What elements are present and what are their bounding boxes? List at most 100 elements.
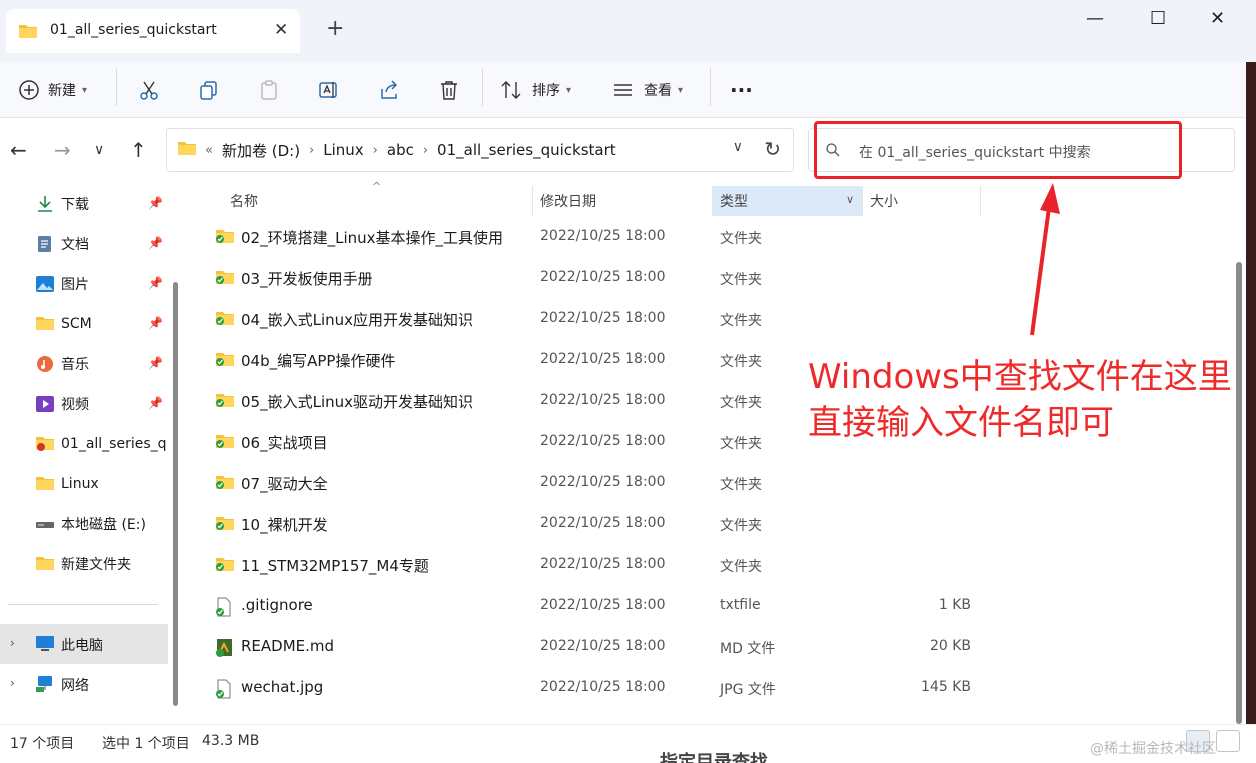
breadcrumb-abc[interactable]: abc [387, 141, 414, 159]
column-divider[interactable] [712, 186, 713, 216]
file-date: 2022/10/25 18:00 [540, 474, 666, 490]
file-row[interactable]: 04_嵌入式Linux应用开发基础知识 2022/10/25 18:00 文件夹 [190, 299, 1230, 340]
chevron-right-icon[interactable]: › [423, 143, 428, 158]
network-icon [35, 675, 55, 697]
file-row[interactable]: README.md 2022/10/25 18:00 MD 文件 20 KB [190, 627, 1230, 668]
tab-active[interactable]: 01_all_series_quickstart ✕ [6, 9, 300, 53]
new-tab-button[interactable]: + [326, 18, 344, 40]
paste-icon [261, 80, 277, 100]
file-synced-icon [215, 597, 233, 621]
file-name: 03_开发板使用手册 [241, 270, 373, 288]
tab-close-icon[interactable]: ✕ [274, 20, 288, 40]
forward-button[interactable]: → [54, 138, 71, 162]
cut-button[interactable] [138, 72, 160, 108]
share-icon [381, 80, 398, 99]
sidebar-item-label: 视频 [61, 397, 89, 413]
annotation-arrow [1030, 183, 1060, 336]
chevron-right-icon[interactable]: › [10, 676, 15, 690]
file-date: 2022/10/25 18:00 [540, 597, 666, 613]
file-row[interactable]: 10_裸机开发 2022/10/25 18:00 文件夹 [190, 504, 1230, 545]
column-header-date[interactable]: 修改日期 [540, 186, 596, 216]
file-name: .gitignore [241, 596, 313, 614]
paste-button[interactable] [258, 72, 280, 108]
close-window-button[interactable]: ✕ [1210, 8, 1225, 29]
file-date: 2022/10/25 18:00 [540, 310, 666, 326]
pin-icon[interactable]: 📌 [148, 276, 163, 290]
folder-icon [35, 555, 55, 573]
pin-icon[interactable]: 📌 [148, 236, 163, 250]
file-name: 02_环境搭建_Linux基本操作_工具使用 [241, 229, 504, 247]
background-heading: 指定目录查找 [660, 752, 768, 763]
file-row[interactable]: 11_STM32MP157_M4专题 2022/10/25 18:00 文件夹 [190, 545, 1230, 586]
view-button[interactable]: 查看 ▾ [612, 72, 683, 108]
column-header-size[interactable]: 大小 [870, 186, 898, 216]
selected-size: 43.3 MB [202, 733, 260, 749]
file-type: 文件夹 [720, 313, 762, 329]
column-divider[interactable] [532, 186, 533, 216]
breadcrumb-drive[interactable]: 新加卷 (D:) [222, 140, 300, 161]
pin-icon[interactable]: 📌 [148, 316, 163, 330]
up-button[interactable]: ↑ [130, 138, 147, 162]
sidebar-item-network[interactable]: › 网络 [0, 664, 168, 704]
sidebar-item-drive-e[interactable]: 本地磁盘 (E:) [35, 512, 146, 536]
sidebar-item-scm[interactable]: SCM [35, 312, 92, 336]
maximize-button[interactable]: ☐ [1150, 8, 1166, 29]
minimize-button[interactable]: — [1086, 8, 1104, 29]
refresh-icon[interactable]: ↻ [764, 137, 781, 161]
sidebar-item-label: 新建文件夹 [61, 557, 131, 573]
sidebar-item-music[interactable]: 音乐 [35, 352, 89, 376]
folder-synced-icon [215, 515, 235, 535]
recent-locations-button[interactable]: ∨ [94, 142, 104, 158]
column-header-name[interactable]: 名称 [230, 186, 258, 216]
address-bar[interactable]: « 新加卷 (D:) › Linux › abc › 01_all_series… [166, 128, 794, 172]
chevron-right-icon[interactable]: › [373, 143, 378, 158]
sidebar-scrollbar[interactable] [173, 282, 178, 706]
chevron-right-icon[interactable]: › [10, 636, 15, 650]
sidebar-item-this-pc[interactable]: › 此电脑 [0, 624, 168, 664]
folder-icon [18, 23, 38, 43]
breadcrumb-current[interactable]: 01_all_series_quickstart [437, 141, 616, 159]
file-date: 2022/10/25 18:00 [540, 515, 666, 531]
back-button[interactable]: ← [10, 138, 27, 162]
copy-button[interactable] [198, 72, 220, 108]
highlight-box [814, 121, 1182, 179]
column-divider[interactable] [862, 186, 863, 216]
file-row[interactable]: wechat.jpg 2022/10/25 18:00 JPG 文件 145 KB [190, 668, 1230, 709]
chevron-down-icon[interactable]: ∨ [846, 193, 854, 206]
sidebar-item-documents[interactable]: 文档 [35, 232, 89, 256]
sidebar-item-new-folder[interactable]: 新建文件夹 [35, 552, 131, 576]
pin-icon[interactable]: 📌 [148, 396, 163, 410]
sort-button[interactable]: 排序 ▾ [500, 72, 571, 108]
sidebar-item-quickstart[interactable]: 01_all_series_q [35, 432, 167, 456]
column-divider[interactable] [980, 186, 981, 216]
delete-button[interactable] [438, 72, 460, 108]
sidebar-item-linux[interactable]: Linux [35, 472, 99, 496]
file-row[interactable]: 03_开发板使用手册 2022/10/25 18:00 文件夹 [190, 258, 1230, 299]
pin-icon[interactable]: 📌 [148, 196, 163, 210]
file-type: txtfile [720, 597, 761, 613]
file-row[interactable]: 07_驱动大全 2022/10/25 18:00 文件夹 [190, 463, 1230, 504]
breadcrumb-linux[interactable]: Linux [323, 141, 363, 159]
sidebar-item-label: 01_all_series_q [61, 436, 167, 452]
file-row[interactable]: .gitignore 2022/10/25 18:00 txtfile 1 KB [190, 586, 1230, 627]
rename-button[interactable] [318, 72, 340, 108]
file-list-scrollbar[interactable] [1236, 262, 1242, 724]
file-row[interactable]: 02_环境搭建_Linux基本操作_工具使用 2022/10/25 18:00 文件… [190, 217, 1230, 258]
pin-icon[interactable]: 📌 [148, 356, 163, 370]
more-button[interactable]: ··· [730, 72, 753, 108]
chevron-down-icon[interactable]: ∨ [733, 139, 743, 155]
chevron-right-icon[interactable]: › [309, 143, 314, 158]
sort-up-icon: ^ [372, 180, 382, 193]
breadcrumb-overflow[interactable]: « [205, 143, 213, 158]
sidebar-item-pictures[interactable]: 图片 [35, 272, 89, 296]
file-synced-icon [215, 679, 233, 703]
folder-icon [35, 435, 55, 453]
sidebar-item-videos[interactable]: 视频 [35, 392, 89, 416]
computer-icon [35, 635, 55, 657]
tiles-view-button[interactable] [1216, 730, 1240, 752]
column-header-type[interactable]: 类型 [720, 186, 748, 216]
share-button[interactable] [378, 72, 400, 108]
new-button[interactable]: 新建 ▾ [18, 72, 87, 108]
sidebar-item-downloads[interactable]: 下载 [35, 192, 89, 216]
file-type: 文件夹 [720, 272, 762, 288]
